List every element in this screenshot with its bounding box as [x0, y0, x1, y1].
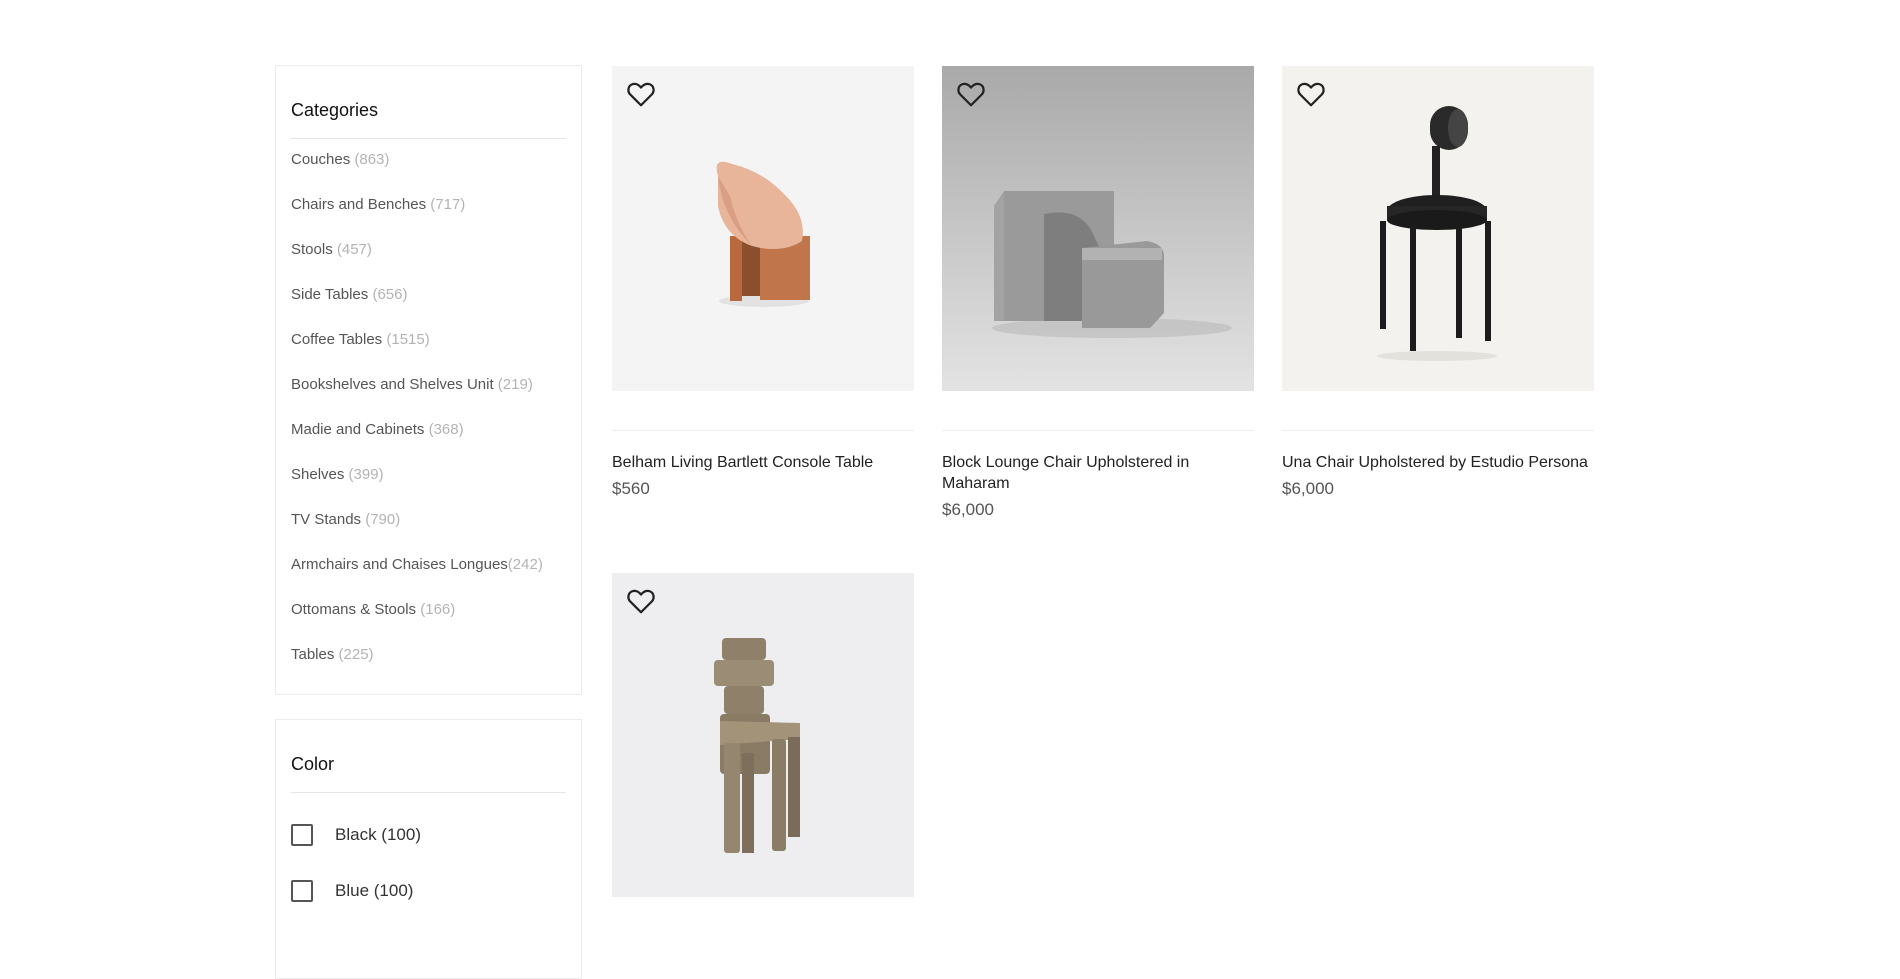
category-label: Side Tables [291, 286, 369, 303]
product-card[interactable]: Una Chair Upholstered by Estudio Persona… [1282, 66, 1594, 526]
category-list: Couches (863) Chairs and Benches (717) S… [291, 151, 566, 691]
category-chairs-and-benches[interactable]: Chairs and Benches (717) [291, 196, 566, 241]
heart-outline-icon[interactable] [626, 80, 656, 108]
grey-block-lounge-chair-image [992, 191, 1232, 338]
category-shelves[interactable]: Shelves (399) [291, 466, 566, 511]
heart-outline-icon[interactable] [956, 80, 986, 108]
category-label: Ottomans & Stools [291, 601, 417, 618]
category-count: (368) [428, 421, 464, 438]
heart-outline-icon[interactable] [1296, 80, 1326, 108]
category-count: (166) [420, 601, 456, 618]
black-round-back-chair-image [1377, 106, 1497, 361]
category-armchairs[interactable]: Armchairs and Chaises Longues(242) [291, 556, 566, 601]
category-label: Armchairs and Chaises Longues [291, 556, 508, 573]
category-tables[interactable]: Tables (225) [291, 646, 566, 691]
pink-wood-lounge-chair-image [716, 161, 810, 307]
category-count: (219) [497, 376, 533, 393]
checkbox[interactable] [291, 824, 313, 846]
category-label: Stools [291, 241, 333, 258]
category-count: (1515) [386, 331, 430, 348]
category-count: (399) [348, 466, 384, 483]
category-count: (790) [365, 511, 401, 528]
category-count: (863) [354, 151, 390, 168]
category-stools[interactable]: Stools (457) [291, 241, 566, 286]
color-option-blue[interactable]: Blue (100) [291, 863, 566, 919]
category-label: Bookshelves and Shelves Unit [291, 376, 494, 393]
category-label: Madie and Cabinets [291, 421, 425, 438]
category-count: (242) [507, 556, 543, 573]
product-price: $6,000 [942, 500, 994, 519]
color-option-label: Black (100) [335, 825, 421, 844]
filter-sidebar: Categories Couches (863) Chairs and Benc… [275, 65, 582, 979]
product-card[interactable]: Block Lounge Chair Upholstered in Mahara… [942, 66, 1254, 526]
color-option-black[interactable]: Black (100) [291, 807, 566, 863]
category-count: (656) [372, 286, 408, 303]
category-label: Tables [291, 646, 335, 663]
product-image[interactable] [942, 66, 1254, 391]
card-divider [942, 430, 1254, 431]
card-divider [612, 430, 914, 431]
categories-panel: Categories Couches (863) Chairs and Benc… [275, 65, 582, 695]
product-price: $6,000 [1282, 479, 1334, 498]
taupe-velvet-tall-chair-image [714, 638, 800, 853]
category-label: TV Stands [291, 511, 362, 528]
product-image[interactable] [1282, 66, 1594, 391]
product-name[interactable]: Belham Living Bartlett Console Table [612, 452, 914, 473]
category-label: Chairs and Benches [291, 196, 427, 213]
category-madie-and-cabinets[interactable]: Madie and Cabinets (368) [291, 421, 566, 466]
product-image[interactable] [612, 66, 914, 391]
product-price: $560 [612, 479, 650, 498]
category-ottomans[interactable]: Ottomans & Stools (166) [291, 601, 566, 646]
heart-outline-icon[interactable] [626, 587, 656, 615]
category-count: (717) [430, 196, 466, 213]
category-count: (225) [338, 646, 374, 663]
category-side-tables[interactable]: Side Tables (656) [291, 286, 566, 331]
color-title: Color [291, 720, 566, 793]
category-coffee-tables[interactable]: Coffee Tables (1515) [291, 331, 566, 376]
product-name[interactable]: Block Lounge Chair Upholstered in Mahara… [942, 452, 1232, 494]
category-label: Coffee Tables [291, 331, 383, 348]
product-card[interactable] [612, 573, 914, 897]
checkbox[interactable] [291, 880, 313, 902]
product-image[interactable] [612, 573, 914, 897]
category-bookshelves[interactable]: Bookshelves and Shelves Unit (219) [291, 376, 566, 421]
category-tv-stands[interactable]: TV Stands (790) [291, 511, 566, 556]
category-couches[interactable]: Couches (863) [291, 151, 566, 196]
color-panel: Color Black (100) Blue (100) [275, 719, 582, 979]
product-name[interactable]: Una Chair Upholstered by Estudio Persona [1282, 452, 1594, 473]
category-count: (457) [336, 241, 372, 258]
categories-title: Categories [291, 66, 566, 139]
category-label: Shelves [291, 466, 345, 483]
product-card[interactable]: Belham Living Bartlett Console Table $56… [612, 66, 914, 526]
category-label: Couches [291, 151, 351, 168]
card-divider [1282, 430, 1594, 431]
color-option-label: Blue (100) [335, 881, 414, 900]
